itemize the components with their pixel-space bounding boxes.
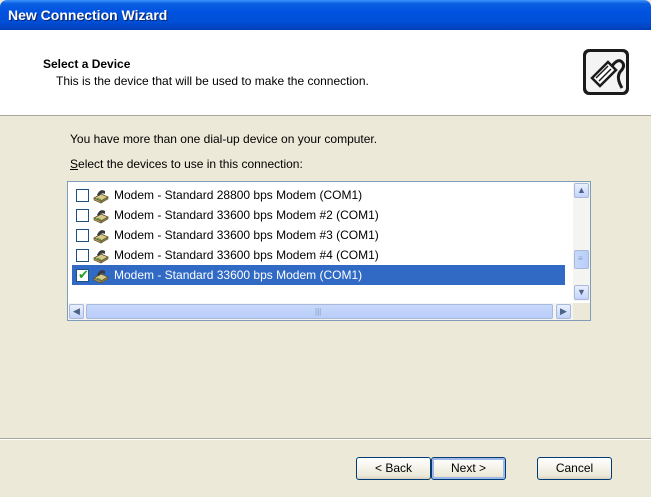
cancel-button[interactable]: Cancel (537, 457, 612, 480)
device-label: Modem - Standard 33600 bps Modem (COM1) (114, 268, 363, 282)
device-checkbox[interactable]: ✔ (76, 267, 89, 282)
list-item[interactable]: Modem - Standard 28800 bps Modem (COM1) (72, 185, 565, 205)
device-label: Modem - Standard 28800 bps Modem (COM1) (114, 188, 363, 202)
device-checkbox[interactable] (76, 189, 89, 202)
wizard-header (0, 30, 651, 116)
horizontal-scroll-thumb[interactable]: ||| (86, 304, 553, 319)
device-label: Modem - Standard 33600 bps Modem #4 (COM… (114, 248, 379, 262)
select-devices-label: Select the devices to use in this connec… (70, 157, 303, 171)
device-label: Modem - Standard 33600 bps Modem #2 (COM… (114, 208, 379, 222)
list-item[interactable]: Modem - Standard 33600 bps Modem #2 (COM… (72, 205, 565, 225)
select-devices-mnemonic: S (70, 157, 79, 171)
vertical-scrollbar[interactable]: ▲ ≡ ▼ (573, 182, 590, 301)
next-button-label: Next > (450, 461, 486, 475)
back-button-label: < Back (374, 461, 413, 475)
scrollbar-corner (573, 303, 590, 320)
next-button[interactable]: Next > (431, 457, 506, 480)
device-checkbox[interactable] (76, 209, 89, 222)
modem-icon (93, 210, 109, 224)
title-bar[interactable]: New Connection Wizard (0, 0, 651, 30)
device-list[interactable]: Modem - Standard 28800 bps Modem (COM1) M… (67, 181, 591, 321)
list-item[interactable]: ✔ Modem - Standard 33600 bps Modem (COM1) (72, 265, 565, 285)
scroll-up-button[interactable]: ▲ (574, 183, 589, 198)
window-title: New Connection Wizard (8, 7, 168, 23)
multiple-devices-message: You have more than one dial-up device on… (70, 132, 378, 146)
scroll-down-button[interactable]: ▼ (574, 285, 589, 300)
list-item[interactable]: Modem - Standard 33600 bps Modem #3 (COM… (72, 225, 565, 245)
wizard-window: New Connection Wizard Select a Device Th… (0, 0, 651, 497)
checkmark-icon: ✔ (78, 267, 89, 282)
select-devices-text: elect the devices to use in this connect… (78, 157, 303, 171)
device-label: Modem - Standard 33600 bps Modem #3 (COM… (114, 228, 379, 242)
back-button[interactable]: < Back (356, 457, 431, 480)
scroll-right-button[interactable]: ▶ (556, 304, 571, 319)
device-checkbox[interactable] (76, 229, 89, 242)
header-title: Select a Device (43, 57, 131, 71)
horizontal-scrollbar[interactable]: ◀ ||| ▶ (68, 303, 573, 320)
cancel-button-label: Cancel (555, 461, 594, 475)
modem-icon (93, 230, 109, 244)
modem-icon (93, 190, 109, 204)
device-checkbox[interactable] (76, 249, 89, 262)
header-subtitle: This is the device that will be used to … (56, 74, 369, 88)
vertical-scroll-thumb[interactable]: ≡ (574, 250, 589, 269)
list-item[interactable]: Modem - Standard 33600 bps Modem #4 (COM… (72, 245, 565, 265)
modem-icon (93, 270, 109, 284)
network-cable-icon (583, 49, 629, 95)
button-separator (0, 438, 651, 440)
modem-icon (93, 250, 109, 264)
scroll-left-button[interactable]: ◀ (69, 304, 84, 319)
